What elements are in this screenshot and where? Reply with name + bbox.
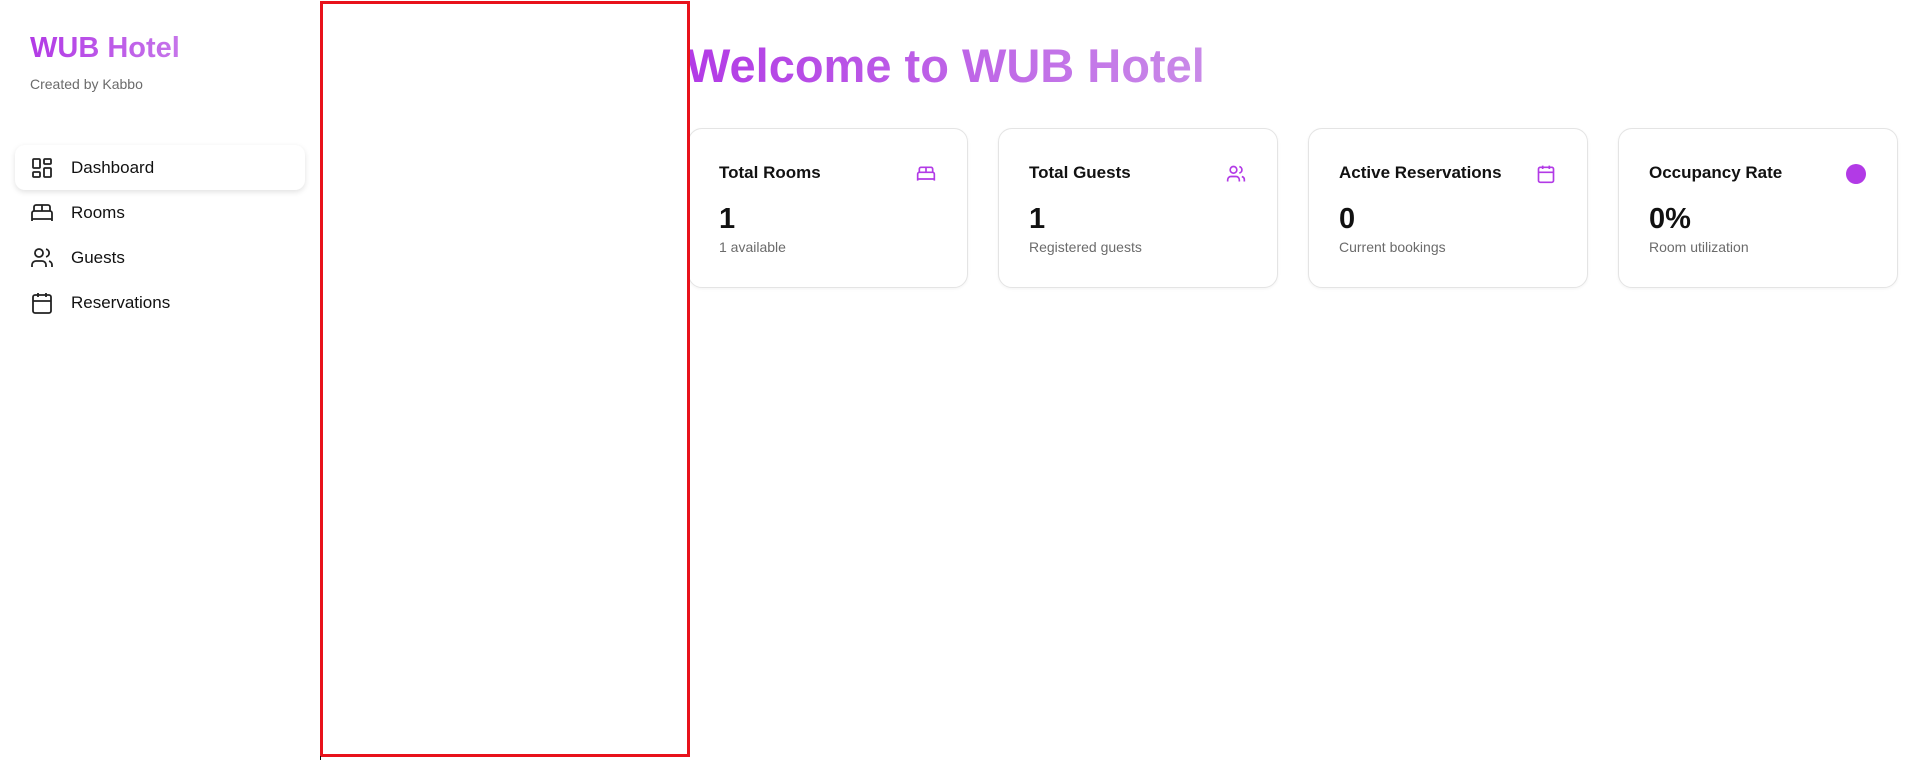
sidebar-nav: Dashboard Rooms Guests Reservations [15,145,305,325]
users-icon [1225,163,1247,185]
card-title: Total Guests [1029,163,1131,182]
card-value: 0 [1339,203,1356,235]
card-subtitle: Current bookings [1339,239,1446,255]
stats-cards: Total Rooms 1 1 available Total Guests 1… [688,128,1898,288]
dashboard-icon [30,156,54,180]
calendar-icon [30,291,54,315]
sidebar: WUB Hotel Created by Kabbo Dashboard Roo… [0,0,320,760]
sidebar-item-label: Rooms [71,202,125,222]
sidebar-item-label: Guests [71,247,125,267]
bed-icon [30,201,54,225]
card-subtitle: 1 available [719,239,786,255]
card-subtitle: Room utilization [1649,239,1749,255]
card-subtitle: Registered guests [1029,239,1142,255]
card-value: 0% [1649,203,1691,235]
card-title: Occupancy Rate [1649,163,1783,182]
text-cursor [320,756,321,760]
stat-card-occupancy-rate: Occupancy Rate 0% Room utilization [1618,128,1898,288]
sidebar-item-dashboard[interactable]: Dashboard [15,145,305,190]
sidebar-item-rooms[interactable]: Rooms [15,190,305,235]
stat-card-active-reservations: Active Reservations 0 Current bookings [1308,128,1588,288]
sidebar-item-guests[interactable]: Guests [15,235,305,280]
sidebar-item-label: Dashboard [71,157,155,177]
brand-subtitle: Created by Kabbo [30,76,143,92]
card-title: Total Rooms [719,163,821,182]
highlight-overlay [320,1,690,757]
page-title: Welcome to WUB Hotel [686,39,1205,92]
bed-icon [915,163,937,185]
dot-icon [1845,163,1867,185]
stat-card-total-rooms: Total Rooms 1 1 available [688,128,968,288]
calendar-icon [1535,163,1557,185]
sidebar-item-label: Reservations [71,292,171,312]
sidebar-item-reservations[interactable]: Reservations [15,280,305,325]
app-root: WUB Hotel Created by Kabbo Dashboard Roo… [0,0,1919,760]
brand-title: WUB Hotel [30,32,180,64]
card-value: 1 [719,203,736,235]
users-icon [30,246,54,270]
card-title: Active Reservations [1339,163,1502,182]
stat-card-total-guests: Total Guests 1 Registered guests [998,128,1278,288]
card-value: 1 [1029,203,1046,235]
